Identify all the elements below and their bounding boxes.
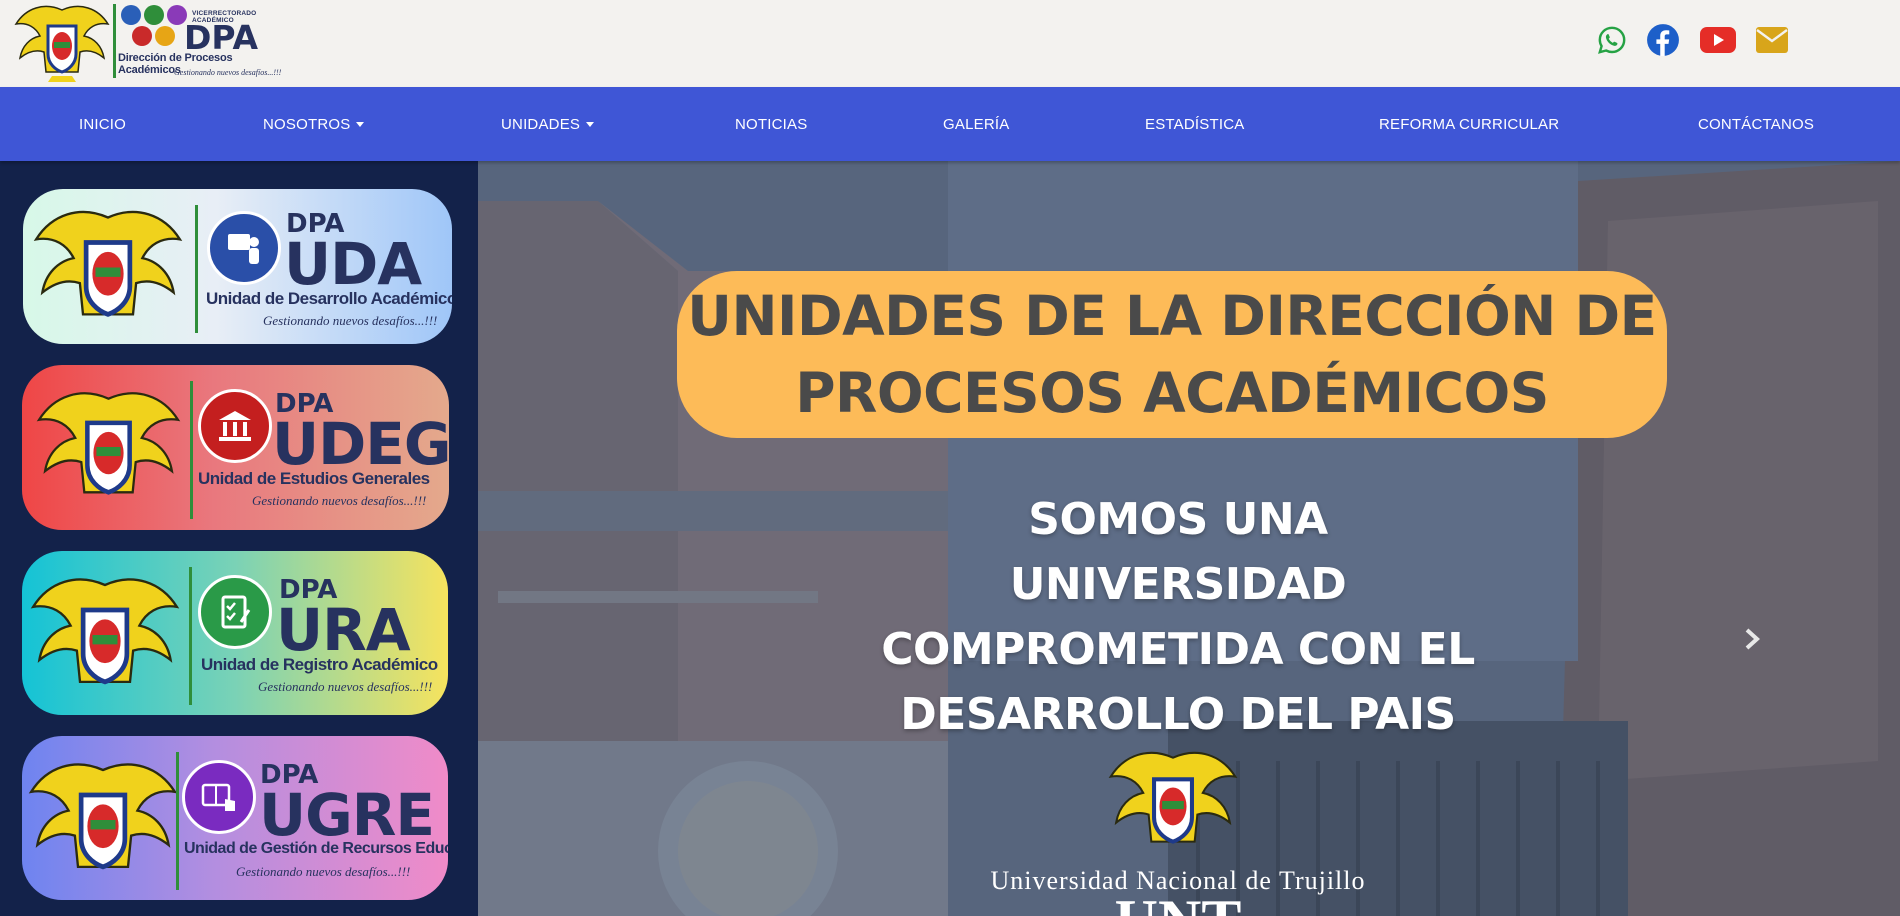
unit-tagline: Gestionando nuevos desafíos...!!! [263, 313, 438, 328]
unit-acronym: UDEG [272, 410, 449, 478]
unt-crest-icon [1108, 751, 1238, 844]
unit-card-ura[interactable]: DPA URA Unidad de Registro Académico Ges… [22, 551, 448, 715]
nav-label: INICIO [79, 115, 127, 133]
carousel-next-button[interactable] [1734, 621, 1770, 657]
unit-card-udeg[interactable]: DPA UDEG Unidad de Estudios Generales Ge… [22, 365, 449, 530]
logo-divider [113, 4, 116, 78]
nav-item-contactanos[interactable]: CONTÁCTANOS [1698, 87, 1814, 161]
unt-crest-icon [33, 210, 183, 317]
nav-item-reforma-curricular[interactable]: REFORMA CURRICULAR [1379, 87, 1559, 161]
nav-item-unidades[interactable]: UNIDADES [501, 87, 595, 161]
unit-name: Unidad de Registro Académico [201, 655, 438, 674]
logo-unit-icons-row2 [132, 26, 175, 46]
hero-slogan: SOMOS UNA UNIVERSIDAD COMPROMETIDA CON E… [881, 494, 1475, 740]
unt-crest-icon [28, 763, 178, 870]
unit-acronym: UDA [284, 230, 422, 298]
unt-crest-icon [30, 578, 180, 685]
nav-item-estadistica[interactable]: ESTADÍSTICA [1145, 87, 1244, 161]
nav-item-galeria[interactable]: GALERÍA [943, 87, 1009, 161]
book-touch-icon [182, 760, 256, 834]
unit-name: Unidad de Desarrollo Académico [206, 289, 452, 308]
unit-tagline: Gestionando nuevos desafíos...!!! [252, 493, 427, 508]
facebook-icon [1647, 24, 1679, 56]
unit-divider [195, 205, 198, 333]
unit-divider [189, 567, 192, 705]
dpa-logo[interactable]: VICERRECTORADO ACADÉMICO DPA Dirección d… [14, 2, 284, 82]
unt-crest-icon [14, 5, 110, 82]
envelope-icon [1756, 27, 1788, 53]
nav-item-noticias[interactable]: NOTICIAS [735, 87, 807, 161]
nav-item-nosotros[interactable]: NOSOTROS [263, 87, 365, 161]
unit-name: Unidad de Estudios Generales [198, 469, 430, 488]
nav-item-inicio[interactable]: INICIO [79, 87, 126, 161]
checklist-icon [198, 575, 272, 649]
main-navbar: INICIO NOSOTROS UNIDADES NOTICIAS GALERÍ… [0, 87, 1900, 161]
nav-label: CONTÁCTANOS [1698, 115, 1815, 133]
nav-label: NOTICIAS [735, 115, 808, 133]
youtube-icon [1700, 27, 1736, 53]
university-acronym: UNT [1098, 891, 1258, 916]
logo-tagline: Gestionando nuevos desafíos...!!! [174, 68, 282, 77]
unit-tagline: Gestionando nuevos desafíos...!!! [236, 864, 411, 879]
unit-acronym: URA [276, 596, 411, 664]
nav-label: GALERÍA [943, 115, 1010, 133]
nav-label: UNIDADES [501, 115, 581, 133]
unit-divider [190, 381, 193, 519]
hero-carousel: UNIDADES DE LA DIRECCIÓN DE PROCESOS ACA… [478, 161, 1900, 916]
top-header: VICERRECTORADO ACADÉMICO DPA Dirección d… [0, 0, 1900, 87]
whatsapp-link[interactable] [1594, 22, 1630, 58]
caret-down-icon [356, 122, 365, 127]
hero-title-line2: PROCESOS ACADÉMICOS [795, 360, 1549, 425]
whatsapp-icon [1598, 26, 1626, 54]
logo-unit-icons [121, 5, 187, 25]
hero-title-line1: UNIDADES DE LA DIRECCIÓN DE [687, 283, 1657, 348]
unit-name: Unidad de Gestión de Recursos Educativos [184, 840, 448, 857]
unit-divider [176, 752, 179, 890]
units-sidebar: DPA UDA Unidad de Desarrollo Académico G… [0, 161, 478, 916]
unit-card-uda[interactable]: DPA UDA Unidad de Desarrollo Académico G… [23, 189, 452, 344]
chevron-right-icon [1745, 628, 1760, 650]
email-link[interactable] [1754, 22, 1790, 58]
institution-icon [198, 389, 272, 463]
nav-label: NOSOTROS [263, 115, 351, 133]
nav-label: ESTADÍSTICA [1145, 115, 1245, 133]
facebook-link[interactable] [1645, 22, 1681, 58]
unt-crest-icon [36, 392, 181, 495]
unit-tagline: Gestionando nuevos desafíos...!!! [258, 679, 433, 694]
hero-title-banner: UNIDADES DE LA DIRECCIÓN DE PROCESOS ACA… [677, 271, 1667, 438]
youtube-link[interactable] [1700, 22, 1736, 58]
user-presenter-icon [207, 211, 281, 285]
unit-card-ugre[interactable]: DPA UGRE Unidad de Gestión de Recursos E… [22, 736, 448, 900]
unit-acronym: UGRE [259, 781, 435, 849]
nav-label: REFORMA CURRICULAR [1379, 115, 1560, 133]
caret-down-icon [586, 122, 595, 127]
